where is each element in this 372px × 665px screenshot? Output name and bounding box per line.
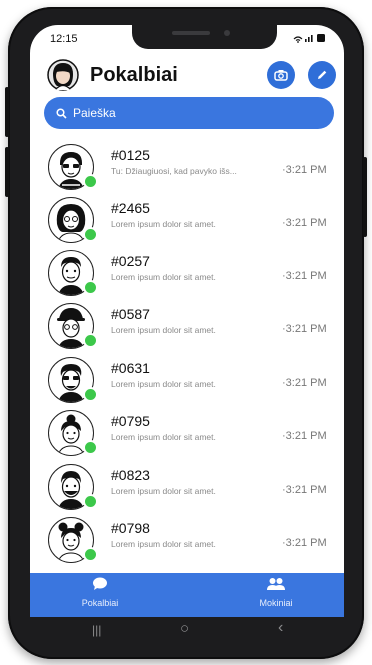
notch <box>132 25 277 49</box>
volume-down-button <box>5 147 9 197</box>
chat-preview: Lorem ipsum dolor sit amet. <box>111 272 216 282</box>
chat-item[interactable]: #0257 Lorem ipsum dolor sit amet. ·3:21 … <box>30 248 344 300</box>
chat-name: #0631 <box>111 360 150 376</box>
chat-preview: Lorem ipsum dolor sit amet. <box>111 219 216 229</box>
recents-button[interactable]: ||| <box>92 623 101 637</box>
search-placeholder: Paieška <box>73 106 116 120</box>
search-bar[interactable]: Paieška <box>44 97 334 129</box>
back-button[interactable]: ‹ <box>278 619 283 637</box>
search-icon <box>56 107 67 119</box>
chat-time: ·3:21 PM <box>282 537 327 549</box>
chat-item[interactable]: #0823 Lorem ipsum dolor sit amet. ·3:21 … <box>30 462 344 514</box>
chat-time: ·3:21 PM <box>282 217 327 229</box>
chat-item[interactable]: #0587 Lorem ipsum dolor sit amet. ·3:21 … <box>30 301 344 353</box>
chat-item[interactable]: #0795 Lorem ipsum dolor sit amet. ·3:21 … <box>30 408 344 460</box>
chat-name: #0798 <box>111 520 150 536</box>
chat-time: ·3:21 PM <box>282 377 327 389</box>
home-button[interactable]: ○ <box>180 620 189 637</box>
tab-label: Pokalbiai <box>81 598 119 608</box>
chat-name: #0795 <box>111 413 150 429</box>
chat-item[interactable]: #0798 Lorem ipsum dolor sit amet. ·3:21 … <box>30 515 344 567</box>
volume-up-button <box>5 87 9 137</box>
camera-button[interactable] <box>267 61 295 89</box>
speaker <box>172 31 210 35</box>
online-indicator <box>83 547 98 562</box>
chat-name: #0125 <box>111 147 150 163</box>
online-indicator <box>83 280 98 295</box>
chat-preview: Lorem ipsum dolor sit amet. <box>111 325 216 335</box>
online-indicator <box>83 333 98 348</box>
system-nav-bar: ||| ○ ‹ <box>30 617 344 646</box>
chat-preview: Lorem ipsum dolor sit amet. <box>111 539 216 549</box>
online-indicator <box>83 387 98 402</box>
chat-name: #0587 <box>111 306 150 322</box>
chat-time: ·3:21 PM <box>282 164 327 176</box>
profile-avatar[interactable] <box>47 59 79 91</box>
chat-item[interactable]: #0631 Lorem ipsum dolor sit amet. ·3:21 … <box>30 355 344 407</box>
bottom-tab-bar: Pokalbiai Mokiniai <box>30 573 344 617</box>
power-button <box>363 157 367 237</box>
front-camera <box>224 30 230 36</box>
chat-time: ·3:21 PM <box>282 323 327 335</box>
chat-preview: Tu: Džiaugiuosi, kad pavyko išs... <box>111 166 237 176</box>
new-message-button[interactable] <box>308 61 336 89</box>
wifi-signal-battery-icon <box>293 34 325 43</box>
app-screen: 12:15 Pokalbiai Paieška #0125 Tu: Džiaug… <box>30 25 344 617</box>
chat-time: ·3:21 PM <box>282 430 327 442</box>
chat-name: #0823 <box>111 467 150 483</box>
chat-preview: Lorem ipsum dolor sit amet. <box>111 486 216 496</box>
chat-time: ·3:21 PM <box>282 270 327 282</box>
chat-name: #0257 <box>111 253 150 269</box>
header: Pokalbiai <box>45 59 336 95</box>
chat-item[interactable]: #2465 Lorem ipsum dolor sit amet. ·3:21 … <box>30 195 344 247</box>
chat-preview: Lorem ipsum dolor sit amet. <box>111 379 216 389</box>
pencil-icon <box>318 70 327 79</box>
status-time: 12:15 <box>50 33 78 45</box>
chat-bubble-icon <box>93 577 107 590</box>
chat-name: #2465 <box>111 200 150 216</box>
online-indicator <box>83 227 98 242</box>
online-indicator <box>83 174 98 189</box>
online-indicator <box>83 494 98 509</box>
people-icon <box>267 578 285 590</box>
online-indicator <box>83 440 98 455</box>
page-title: Pokalbiai <box>90 64 178 86</box>
chat-time: ·3:21 PM <box>282 484 327 496</box>
chat-preview: Lorem ipsum dolor sit amet. <box>111 432 216 442</box>
tab-pokalbiai[interactable]: Pokalbiai <box>50 577 150 617</box>
camera-icon <box>274 70 288 81</box>
tab-label: Mokiniai <box>259 598 293 608</box>
status-icons <box>292 33 328 46</box>
tab-mokiniai[interactable]: Mokiniai <box>226 577 326 617</box>
chat-item[interactable]: #0125 Tu: Džiaugiuosi, kad pavyko išs...… <box>30 142 344 194</box>
